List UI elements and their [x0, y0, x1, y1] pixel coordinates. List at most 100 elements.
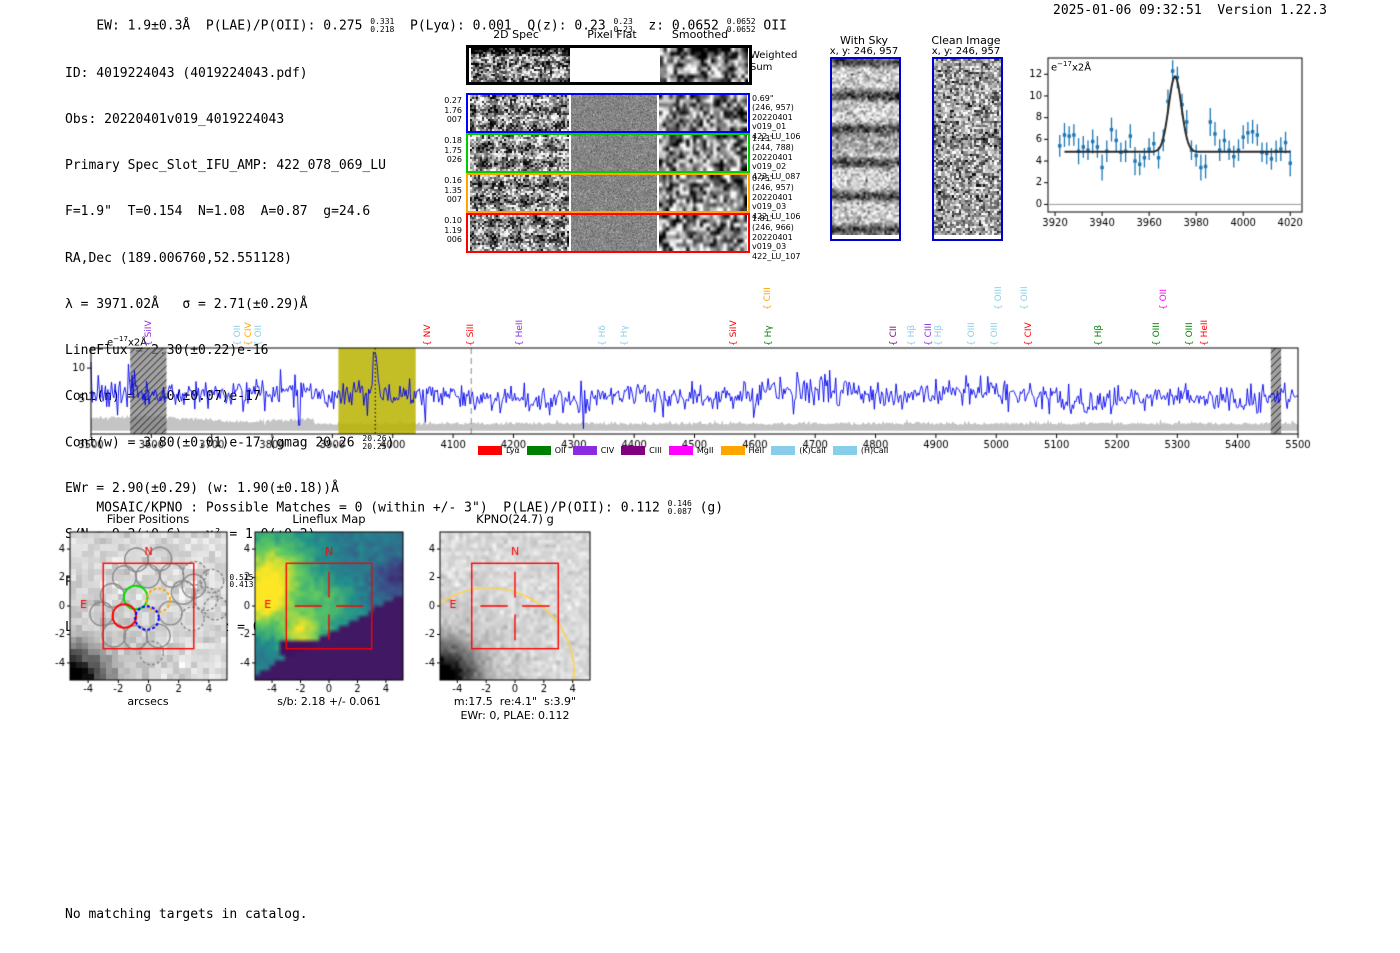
smoothed-image — [659, 135, 747, 171]
with-sky-image — [832, 59, 899, 235]
fiber-weights-exp1: 0.27 1.76 007 — [444, 96, 462, 125]
lineflux-xlabel: s/b: 2.18 +/- 0.061 — [277, 695, 381, 708]
header-frac-plae: 0.331 0.218 — [370, 17, 395, 34]
legend-label: Lyα — [506, 446, 520, 455]
kpno-xlabel-1: m:17.5 re:4.1" s:3.9" — [453, 695, 577, 708]
legend-swatch — [668, 446, 693, 455]
col-header-smoothed: Smoothed — [671, 28, 729, 41]
timestamp-version: 2025-01-06 09:32:51 Version 1.22.3 — [1053, 3, 1327, 18]
spectral-line-label-hδ: { Hδ — [598, 325, 608, 346]
info-radec: RA,Dec (189.006760,52.551128) — [65, 250, 292, 266]
legend-swatch — [478, 446, 502, 455]
legend-item-hcaii: (H)CaII — [832, 446, 889, 455]
fiber-positions-map — [44, 524, 234, 694]
spectral-line-label-nv: { NV — [423, 324, 433, 346]
spectral-line-label-hβ: { Hβ — [907, 324, 917, 346]
spec2d-image — [470, 135, 569, 171]
full-spectrum-chart — [0, 268, 1400, 468]
legend-label: OII — [554, 446, 566, 455]
spectral-line-label-hγ: { Hγ — [620, 325, 630, 346]
spec2d-image — [471, 48, 570, 82]
fiber-xlabel: arcsecs — [127, 695, 169, 708]
fiber-weights-exp4: 0.10 1.19 006 — [444, 216, 462, 245]
legend-swatch — [526, 446, 551, 455]
legend-swatch — [832, 446, 857, 455]
legend-item-mgii: MgII — [668, 446, 714, 455]
spectral-line-label-oiii: { OIII — [1020, 286, 1030, 310]
spectral-line-label-oiii: { OIII — [994, 286, 1004, 310]
spectral-line-label-cii: { CII — [889, 325, 899, 346]
spec2d-image — [470, 175, 569, 211]
spectral-line-label-ciii: { CIII — [763, 287, 773, 310]
fiber-info-exp4: 1.81" (246, 966) 20220401 v019_03 422_LU_107 — [752, 214, 801, 261]
info-primary-spec: Primary Spec_Slot_IFU_AMP: 422_078_069_L… — [65, 158, 386, 174]
smoothed-image — [660, 48, 748, 82]
spectral-line-label-civ: { CIV — [1024, 322, 1034, 346]
spectral-line-label-siiv: { SiIV — [729, 320, 739, 346]
spectral-line-label-civ: { CIV — [244, 322, 254, 346]
spectrum-unit-label: e−17x2Å — [107, 335, 148, 349]
spectral-line-label-oii: { OII — [254, 325, 264, 346]
pixelflat-image — [571, 215, 657, 251]
spectral-line-label-oiii: { OIII — [1185, 322, 1195, 346]
with-sky-coords: x, y: 246, 957 — [829, 46, 899, 57]
clean-image-coords: x, y: 246, 957 — [931, 46, 1001, 57]
spec2d-row-weighted — [466, 45, 752, 85]
spectral-line-label-oiii: { OIII — [967, 322, 977, 346]
fiber-weights-exp2: 0.18 1.75 026 — [444, 136, 462, 165]
catalog-note: No matching targets in catalog. Row inte… — [65, 876, 308, 953]
clean-image-frame — [932, 57, 1003, 241]
with-sky-frame — [830, 57, 901, 241]
legend-item-kcaii: (K)CaII — [771, 446, 826, 455]
legend-swatch — [771, 446, 796, 455]
kpno-xlabel-2: EWr: 0, PLAE: 0.112 — [460, 709, 570, 722]
spectral-line-label-siii: { SiII — [466, 323, 476, 346]
legend-label: MgII — [696, 446, 714, 455]
spectral-line-label-oii: { OII — [233, 325, 243, 346]
spec2d-image — [470, 95, 569, 131]
header-classification: OII — [755, 18, 787, 34]
legend-swatch — [720, 446, 745, 455]
legend-item-ciii: CIII — [621, 446, 662, 455]
spec2d-row-exp4 — [466, 213, 750, 253]
col-header-pixelflat: Pixel Flat — [587, 28, 637, 41]
pixelflat-image — [571, 175, 657, 211]
lineflux-heatmap — [229, 524, 419, 694]
legend-label: CIII — [649, 446, 662, 455]
spec2d-row-exp3 — [466, 173, 750, 213]
smoothed-image — [659, 175, 747, 211]
header-ew-plae: EW: 1.9±0.3Å P(LAE)/P(OII): 0.275 — [96, 18, 371, 34]
spec2d-row-exp2 — [466, 133, 750, 173]
info-seeing: F=1.9" T=0.154 N=1.08 A=0.87 g=24.6 — [65, 204, 371, 220]
spectral-line-label-hβ: { Hβ — [934, 324, 944, 346]
legend-swatch — [621, 446, 646, 455]
legend-label: (K)CaII — [799, 446, 826, 455]
legend-swatch — [572, 446, 597, 455]
inset-unit-label: e−17x2Å — [1051, 60, 1092, 74]
spectral-line-label-heii: { HeII — [515, 319, 525, 346]
spectral-line-label-hγ: { Hγ — [764, 325, 774, 346]
legend-label: CIV — [600, 446, 615, 455]
spectral-line-label-oiii: { OIII — [990, 322, 1000, 346]
pixelflat-image — [571, 95, 657, 131]
legend-item-civ: CIV — [572, 446, 615, 455]
kpno-image-map — [414, 524, 604, 694]
fiber-weights-exp3: 0.16 1.35 007 — [444, 176, 462, 205]
spectral-line-label-heii: { HeII — [1200, 319, 1210, 346]
info-id: ID: 4019224043 (4019224043.pdf) — [65, 66, 308, 81]
info-obs: Obs: 20220401v019_4019224043 — [65, 112, 285, 128]
smoothed-image — [659, 215, 747, 251]
catalog-note-line1: No matching targets in catalog. — [65, 907, 308, 922]
pixelflat-image — [572, 48, 658, 82]
spectral-line-label-ciii: { CIII — [924, 323, 934, 346]
weighted-sum-label: Weighted Sum — [750, 50, 798, 73]
spectral-line-label-oii: { OII — [1159, 289, 1169, 310]
clean-image — [934, 59, 1001, 235]
legend-item-heii: HeII — [720, 446, 764, 455]
report-page: EW: 1.9±0.3Å P(LAE)/P(OII): 0.275 0.331 0… — [0, 0, 1400, 953]
legend-item-ly: Lyα — [478, 446, 520, 455]
spectrum-legend: Lyα OII CIV CIII MgII HeII (K)CaII (H)CaII — [478, 446, 888, 455]
legend-label: (H)CaII — [860, 446, 889, 455]
spectral-line-label-siiv: { SiIV — [144, 320, 154, 346]
col-header-2dspec: 2D Spec — [493, 28, 539, 41]
